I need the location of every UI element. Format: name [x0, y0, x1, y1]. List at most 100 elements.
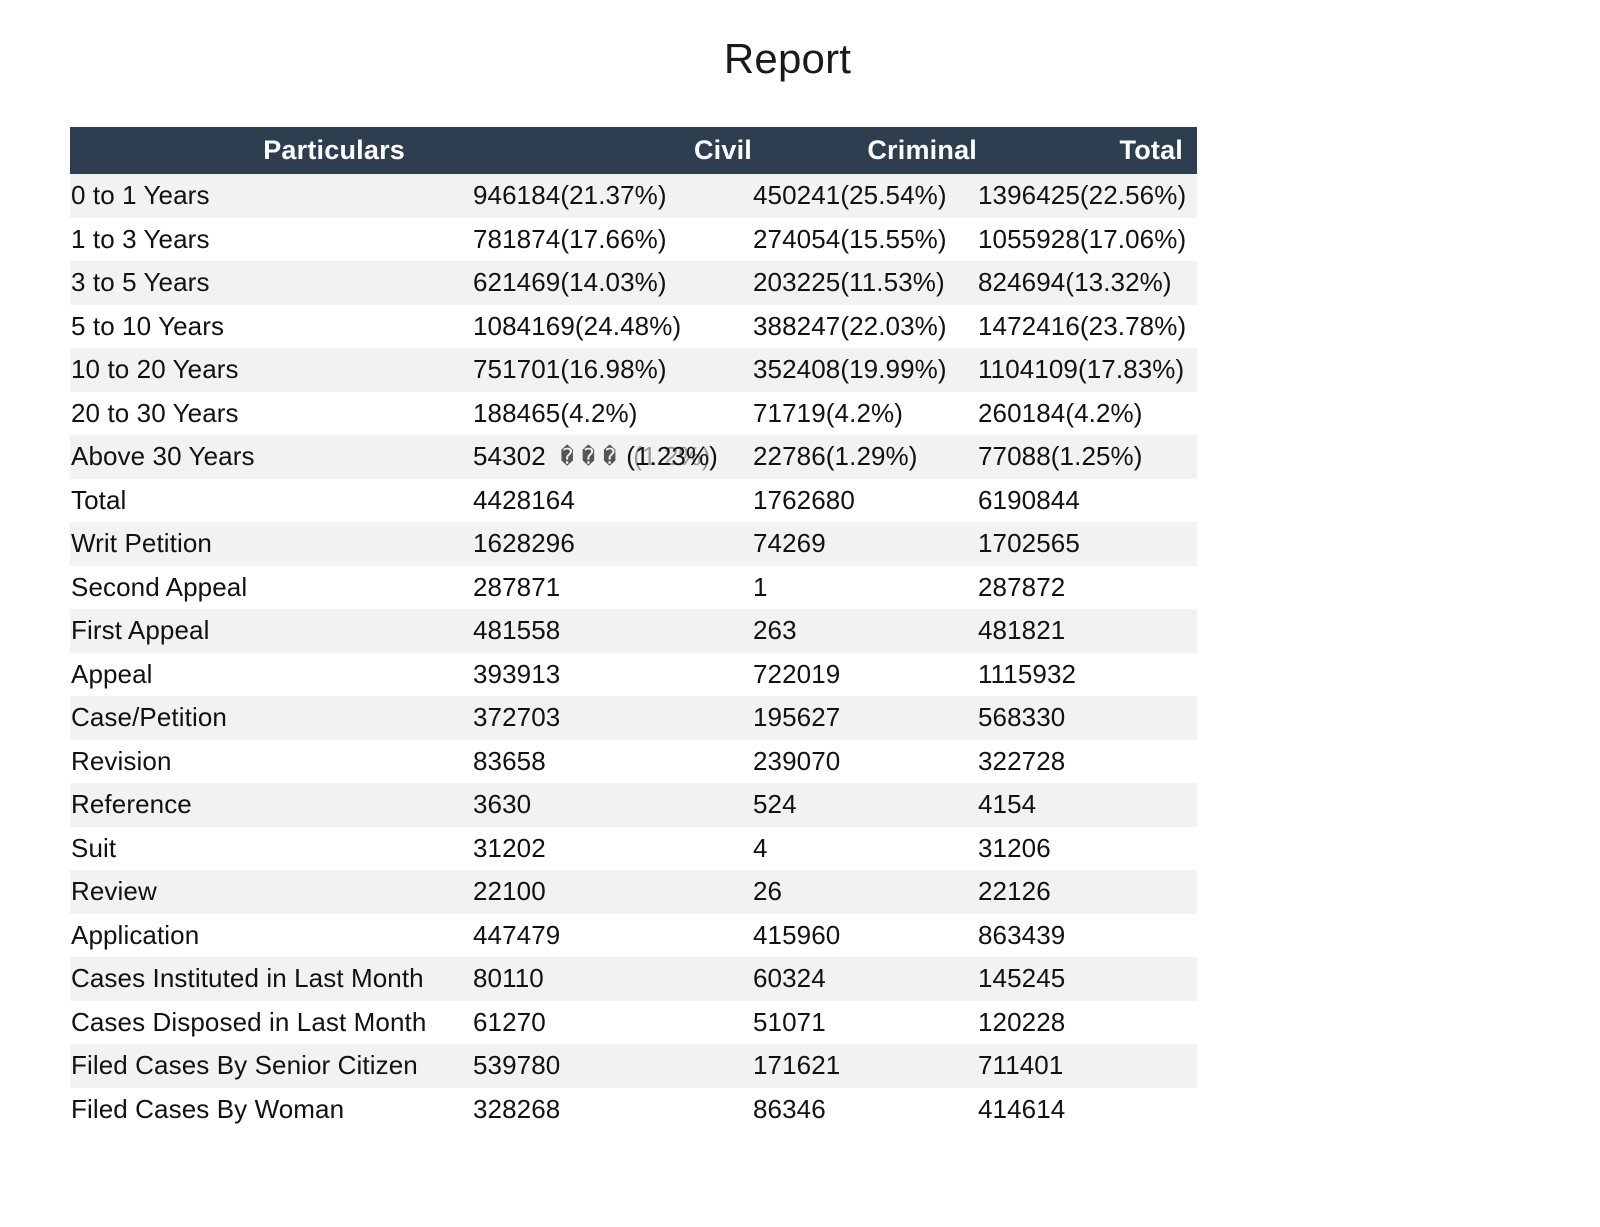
table-row: Total 4428164 1762680 6190844	[70, 478, 1197, 522]
cell-particulars: Reference	[71, 789, 192, 820]
page-title: Report	[723, 35, 852, 82]
cell-criminal: 1762680	[753, 484, 855, 515]
cell-civil: 3630	[473, 789, 532, 820]
cell-criminal: 71719(4.2%)	[753, 397, 903, 428]
cell-particulars: 10 to 20 Years	[71, 354, 239, 385]
cell-civil: 4428164	[473, 484, 575, 515]
cell-civil: 287871	[473, 571, 561, 602]
cell-civil: 328268	[473, 1093, 561, 1124]
cell-criminal: 171621	[753, 1050, 841, 1081]
table-row: Writ Petition 1628296 74269 1702565	[70, 522, 1197, 566]
cell-criminal: 239070	[753, 745, 841, 776]
cell-civil: 751701(16.98%)	[473, 354, 667, 385]
cell-criminal: 263	[753, 615, 797, 646]
table-row: Revision 83658 239070 322728	[70, 739, 1197, 783]
table-header-row: Particulars Civil Criminal Total	[70, 127, 1197, 174]
cell-particulars: Application	[71, 919, 200, 950]
cell-civil: 447479	[473, 919, 561, 950]
table-row: Cases Disposed in Last Month 61270 51071 12…	[70, 1000, 1197, 1044]
cell-total: 1472416(23.78%)	[978, 310, 1187, 341]
report-table-container: Particulars Civil Criminal Total 0 to 1 …	[70, 127, 1197, 1131]
cell-total: 77088(1.25%)	[978, 441, 1143, 472]
cell-civil: 31202	[473, 832, 546, 863]
cell-criminal: 60324	[753, 963, 826, 994]
cell-particulars: 0 to 1 Years	[71, 180, 210, 211]
table-row: Filed Cases By Woman 328268 86346 414614	[70, 1087, 1197, 1131]
cell-particulars: Above 30 Years	[71, 441, 255, 472]
table-row: Above 30 Years 54302 ��� (1.2%) (1.23%) 2278…	[70, 435, 1197, 479]
cell-particulars: Review	[71, 876, 157, 907]
table-row: Review 22100 26 22126	[70, 870, 1197, 914]
cell-civil: 372703	[473, 702, 561, 733]
table-row: Second Appeal 287871 1 287872	[70, 565, 1197, 609]
glitched-value: 54302 ��� (1.2%) (1.23%)	[473, 441, 718, 472]
cell-civil: 621469(14.03%)	[473, 267, 667, 298]
table-row: Appeal 393913 722019 1115932	[70, 652, 1197, 696]
report-table: Particulars Civil Criminal Total 0 to 1 …	[70, 127, 1197, 1131]
table-header: Particulars Civil Criminal Total	[70, 127, 1197, 174]
cell-particulars: Cases Disposed in Last Month	[71, 1006, 427, 1037]
cell-civil: 83658	[473, 745, 546, 776]
cell-civil: 1628296	[473, 528, 575, 559]
table-row: Cases Instituted in Last Month 80110 60324…	[70, 957, 1197, 1001]
cell-criminal: 524	[753, 789, 797, 820]
cell-particulars: 5 to 10 Years	[71, 310, 225, 341]
cell-particulars: 20 to 30 Years	[71, 397, 239, 428]
column-header-particulars[interactable]: Particulars	[70, 127, 472, 174]
cell-criminal: 74269	[753, 528, 826, 559]
cell-civil: 80110	[473, 963, 544, 994]
cell-civil: 61270	[473, 1006, 546, 1037]
cell-particulars: Suit	[71, 832, 117, 863]
cell-total: 863439	[978, 919, 1066, 950]
cell-criminal: 388247(22.03%)	[753, 310, 947, 341]
glitch-overlayer-text: (1.23%)	[626, 441, 718, 472]
column-header-total[interactable]: Total	[977, 127, 1197, 174]
table-row: 1 to 3 Years 781874(17.66%) 274054(15.55%)…	[70, 217, 1197, 261]
cell-total: 481821	[978, 615, 1066, 646]
cell-particulars: Filed Cases By Woman	[71, 1093, 345, 1124]
cell-particulars: Revision	[71, 745, 172, 776]
cell-particulars: 1 to 3 Years	[71, 223, 210, 254]
cell-criminal: 51071	[753, 1006, 826, 1037]
cell-criminal: 1	[753, 571, 768, 602]
table-row: Filed Cases By Senior Citizen 539780 17162…	[70, 1044, 1197, 1088]
cell-civil: 393913	[473, 658, 561, 689]
cell-criminal: 450241(25.54%)	[753, 180, 947, 211]
cell-particulars: Cases Instituted in Last Month	[71, 963, 424, 994]
cell-criminal: 722019	[753, 658, 841, 689]
cell-civil: 539780	[473, 1050, 561, 1081]
table-row: 10 to 20 Years 751701(16.98%) 352408(19.99…	[70, 348, 1197, 392]
cell-total: 120228	[978, 1006, 1066, 1037]
cell-total: 1702565	[978, 528, 1080, 559]
cell-criminal: 195627	[753, 702, 841, 733]
cell-total: 414614	[978, 1093, 1066, 1124]
table-row: First Appeal 481558 263 481821	[70, 609, 1197, 653]
cell-civil: 188465(4.2%)	[473, 397, 638, 428]
cell-particulars: 3 to 5 Years	[71, 267, 210, 298]
cell-particulars: Total	[71, 484, 127, 515]
column-header-civil[interactable]: Civil	[472, 127, 752, 174]
table-row: Suit 31202 4 31206	[70, 826, 1197, 870]
cell-civil: 1084169(24.48%)	[473, 310, 682, 341]
cell-civil: 22100	[473, 876, 546, 907]
table-row: Application 447479 415960 863439	[70, 913, 1197, 957]
cell-particulars: Writ Petition	[71, 528, 212, 559]
cell-total: 260184(4.2%)	[978, 397, 1143, 428]
report-page: Report Particulars Civil Criminal Total …	[0, 0, 1600, 1227]
column-header-criminal[interactable]: Criminal	[752, 127, 977, 174]
cell-total: 22126	[978, 876, 1051, 907]
cell-civil: 481558	[473, 615, 561, 646]
cell-particulars: Appeal	[71, 658, 153, 689]
cell-total: 1396425(22.56%)	[978, 180, 1187, 211]
cell-total: 711401	[978, 1050, 1064, 1081]
cell-particulars: Case/Petition	[71, 702, 227, 733]
cell-criminal: 415960	[753, 919, 841, 950]
table-row: 20 to 30 Years 188465(4.2%) 71719(4.2%) 260…	[70, 391, 1197, 435]
table-row: 3 to 5 Years 621469(14.03%) 203225(11.53%)…	[70, 261, 1197, 305]
cell-total: 824694(13.32%)	[978, 267, 1172, 298]
glitch-prefix: 54302	[473, 441, 561, 472]
missing-glyph-icon: ���	[560, 445, 625, 471]
cell-total: 1055928(17.06%)	[978, 223, 1187, 254]
cell-total: 1115932	[978, 658, 1077, 689]
cell-particulars: First Appeal	[71, 615, 210, 646]
